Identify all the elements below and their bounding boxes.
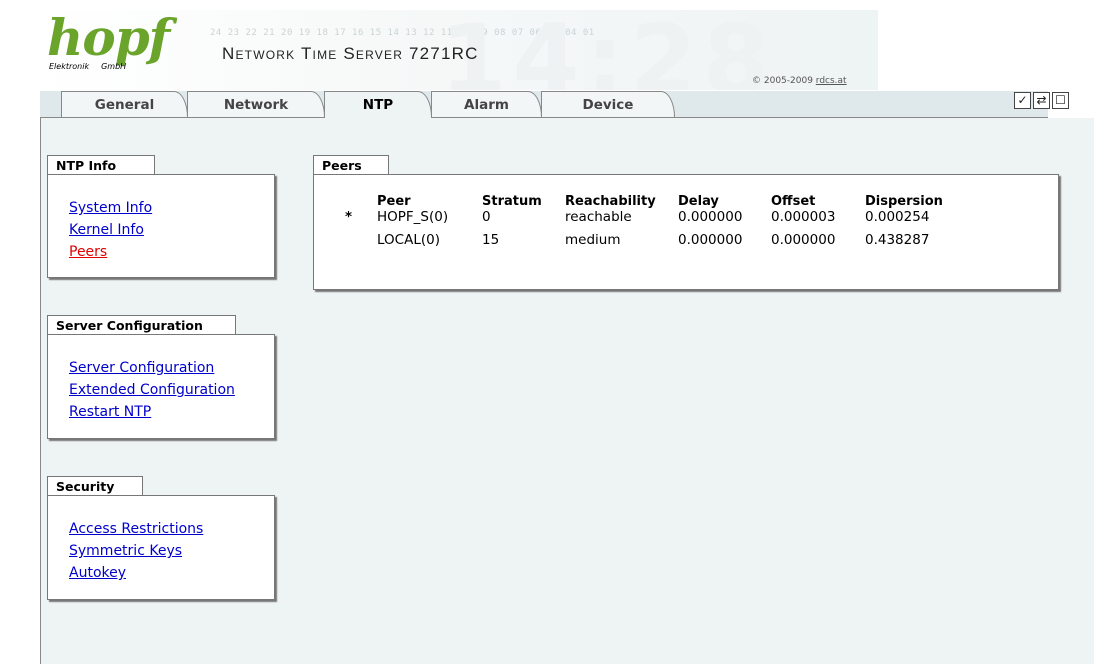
security-title: Security [47, 476, 143, 496]
peer-name: HOPF_S(0) [377, 209, 449, 225]
link-system-info[interactable]: System Info [69, 197, 274, 219]
product-title: Network Time Server 7271RC [222, 44, 479, 63]
peers-panel: Peer Stratum Reachability Delay Offset D… [313, 174, 1059, 290]
logo-sub-left: Elektronik [49, 62, 90, 71]
ntp-info-panel: System Info Kernel Info Peers [47, 174, 275, 278]
peer-delay: 0.000000 [678, 232, 743, 248]
link-access-restrictions[interactable]: Access Restrictions [69, 518, 274, 540]
tab-general[interactable]: General [61, 91, 188, 117]
peer-marker [342, 226, 377, 255]
table-row: LOCAL(0) 15 medium 0.000000 0.000000 0.4… [342, 226, 965, 255]
tab-bar: General Network NTP Alarm Device ✓ ⇄ ☐ [40, 91, 1094, 118]
table-row: * HOPF_S(0) 0 reachable 0.000000 0.00000… [342, 209, 965, 226]
link-peers[interactable]: Peers [69, 241, 274, 263]
link-symmetric-keys[interactable]: Symmetric Keys [69, 540, 274, 562]
security-panel: Access Restrictions Symmetric Keys Autok… [47, 495, 275, 600]
header: 24 23 22 21 20 19 18 17 16 15 14 13 12 1… [0, 0, 1094, 93]
peer-offset: 0.000000 [771, 232, 836, 248]
peer-name: LOCAL(0) [377, 232, 440, 248]
link-autokey[interactable]: Autokey [69, 562, 274, 584]
tab-alarm[interactable]: Alarm [431, 91, 542, 117]
peers-header-row: Peer Stratum Reachability Delay Offset D… [342, 195, 965, 209]
peer-reachability: reachable [565, 209, 632, 225]
window-icon[interactable]: ☐ [1052, 92, 1069, 109]
col-delay: Delay [678, 194, 719, 209]
logo-sub-right: GmbH [101, 62, 127, 71]
hopf-logo[interactable]: hopf Elektronik GmbH [47, 10, 177, 74]
peer-delay: 0.000000 [678, 209, 743, 225]
col-reachability: Reachability [565, 194, 656, 209]
banner-clock-watermark: 14:28 [440, 10, 776, 90]
col-dispersion: Dispersion [865, 194, 943, 209]
peer-dispersion: 0.438287 [865, 232, 930, 248]
logo-subtitle: Elektronik GmbH [49, 62, 138, 71]
apply-icon[interactable]: ✓ [1014, 92, 1031, 109]
tab-network[interactable]: Network [187, 91, 325, 117]
copyright-text: © 2005-2009 [752, 76, 816, 86]
col-marker [342, 195, 377, 209]
peer-stratum: 15 [482, 232, 500, 248]
tab-ntp[interactable]: NTP [324, 91, 432, 118]
col-stratum: Stratum [482, 194, 542, 209]
link-restart-ntp[interactable]: Restart NTP [69, 401, 274, 423]
peer-offset: 0.000003 [771, 209, 836, 225]
tab-device[interactable]: Device [541, 91, 675, 117]
server-config-panel: Server Configuration Extended Configurat… [47, 334, 275, 439]
link-kernel-info[interactable]: Kernel Info [69, 219, 274, 241]
main-content: NTP Info System Info Kernel Info Peers S… [40, 118, 1094, 664]
peer-dispersion: 0.000254 [865, 209, 930, 225]
peer-reachability: medium [565, 232, 621, 248]
copyright-link[interactable]: rdcs.at [816, 76, 847, 86]
peer-marker: * [345, 209, 353, 225]
col-peer: Peer [377, 194, 411, 209]
logo-text: hopf [47, 8, 170, 67]
server-config-title: Server Configuration [47, 315, 236, 335]
peers-table: Peer Stratum Reachability Delay Offset D… [342, 195, 965, 255]
ntp-info-title: NTP Info [47, 155, 155, 175]
link-server-configuration[interactable]: Server Configuration [69, 357, 274, 379]
peer-stratum: 0 [482, 209, 491, 225]
copyright: © 2005-2009 rdcs.at [752, 76, 847, 86]
peers-title: Peers [313, 155, 389, 175]
link-extended-configuration[interactable]: Extended Configuration [69, 379, 274, 401]
col-offset: Offset [771, 194, 816, 209]
refresh-icon[interactable]: ⇄ [1033, 92, 1050, 109]
